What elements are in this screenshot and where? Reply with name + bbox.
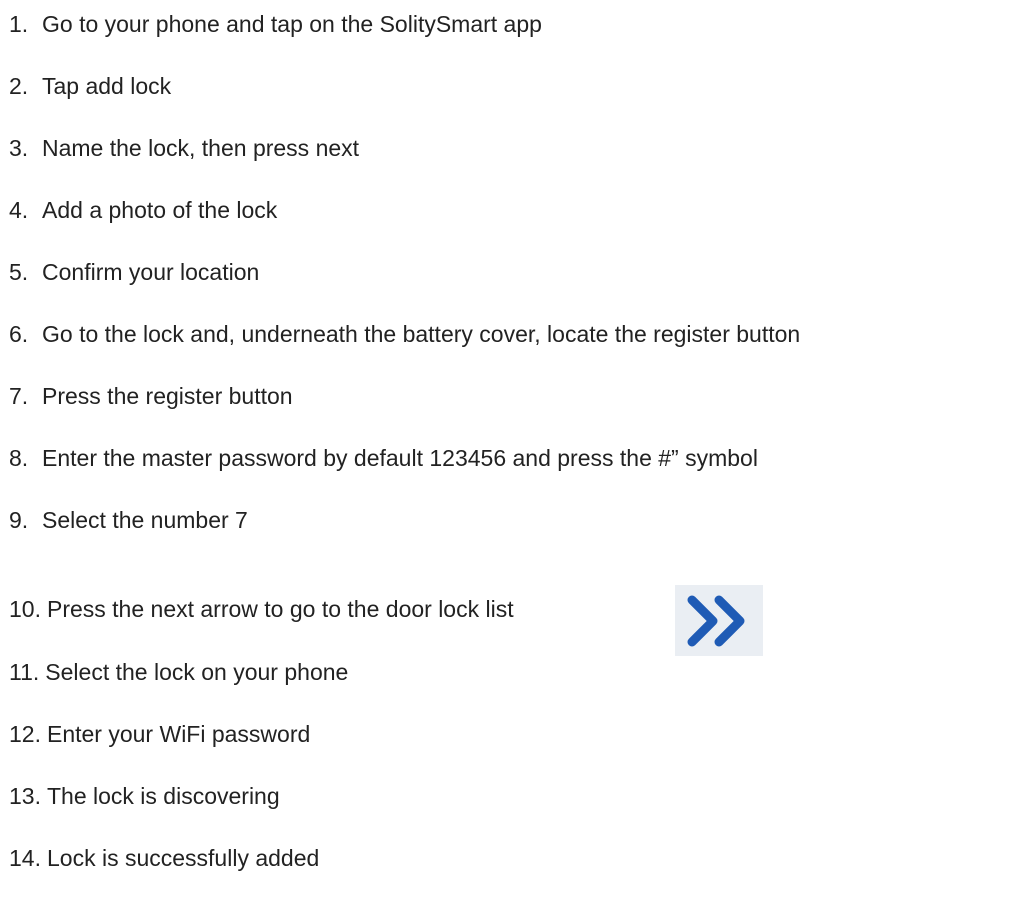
list-item: 9. Select the number 7 bbox=[9, 500, 248, 540]
step-number: 2. bbox=[9, 73, 29, 99]
next-arrow-image bbox=[675, 585, 763, 656]
step-text: Confirm your location bbox=[42, 259, 260, 285]
list-item: 3. Name the lock, then press next bbox=[9, 128, 359, 168]
list-item: 1. Go to your phone and tap on the Solit… bbox=[9, 4, 542, 44]
step-text: Lock is successfully added bbox=[46, 845, 320, 871]
list-item: 13. The lock is discovering bbox=[9, 776, 280, 816]
step-text: The lock is discovering bbox=[46, 783, 280, 809]
step-text: Select the number 7 bbox=[42, 507, 248, 533]
double-chevron-right-icon bbox=[687, 595, 745, 646]
step-text: Add a photo of the lock bbox=[42, 197, 278, 223]
step-number: 7. bbox=[9, 383, 29, 409]
step-number: 9. bbox=[9, 507, 29, 533]
step-number: 10. bbox=[9, 596, 41, 622]
step-number: 1. bbox=[9, 11, 29, 37]
list-item: 5. Confirm your location bbox=[9, 252, 259, 292]
step-number: 6. bbox=[9, 321, 29, 347]
step-text: Enter the master password by default 123… bbox=[42, 445, 758, 471]
step-number: 8. bbox=[9, 445, 29, 471]
list-item: 7. Press the register button bbox=[9, 376, 293, 416]
step-number: 14. bbox=[9, 845, 41, 871]
step-text: Press the register button bbox=[42, 383, 293, 409]
step-number: 13. bbox=[9, 783, 41, 809]
list-item: 11. Select the lock on your phone bbox=[9, 652, 348, 692]
list-item: 2. Tap add lock bbox=[9, 66, 171, 106]
step-number: 12. bbox=[9, 721, 41, 747]
step-text: Go to the lock and, underneath the batte… bbox=[42, 321, 801, 347]
step-number: 4. bbox=[9, 197, 29, 223]
list-item: 4. Add a photo of the lock bbox=[9, 190, 277, 230]
step-number: 11. bbox=[9, 659, 40, 685]
step-text: Name the lock, then press next bbox=[42, 135, 360, 161]
list-item: 8. Enter the master password by default … bbox=[9, 438, 758, 478]
step-text: Tap add lock bbox=[42, 73, 172, 99]
list-item: 6. Go to the lock and, underneath the ba… bbox=[9, 314, 800, 354]
step-text: Enter your WiFi password bbox=[46, 721, 311, 747]
step-text: Select the lock on your phone bbox=[45, 659, 349, 685]
list-item: 14. Lock is successfully added bbox=[9, 838, 319, 878]
step-number: 5. bbox=[9, 259, 29, 285]
step-number: 3. bbox=[9, 135, 29, 161]
step-text: Go to your phone and tap on the SolitySm… bbox=[42, 11, 542, 37]
list-item: 12. Enter your WiFi password bbox=[9, 714, 310, 754]
list-item: 10. Press the next arrow to go to the do… bbox=[9, 589, 514, 629]
instruction-list: 1. Go to your phone and tap on the Solit… bbox=[0, 0, 1026, 911]
step-text: Press the next arrow to go to the door l… bbox=[46, 596, 514, 622]
